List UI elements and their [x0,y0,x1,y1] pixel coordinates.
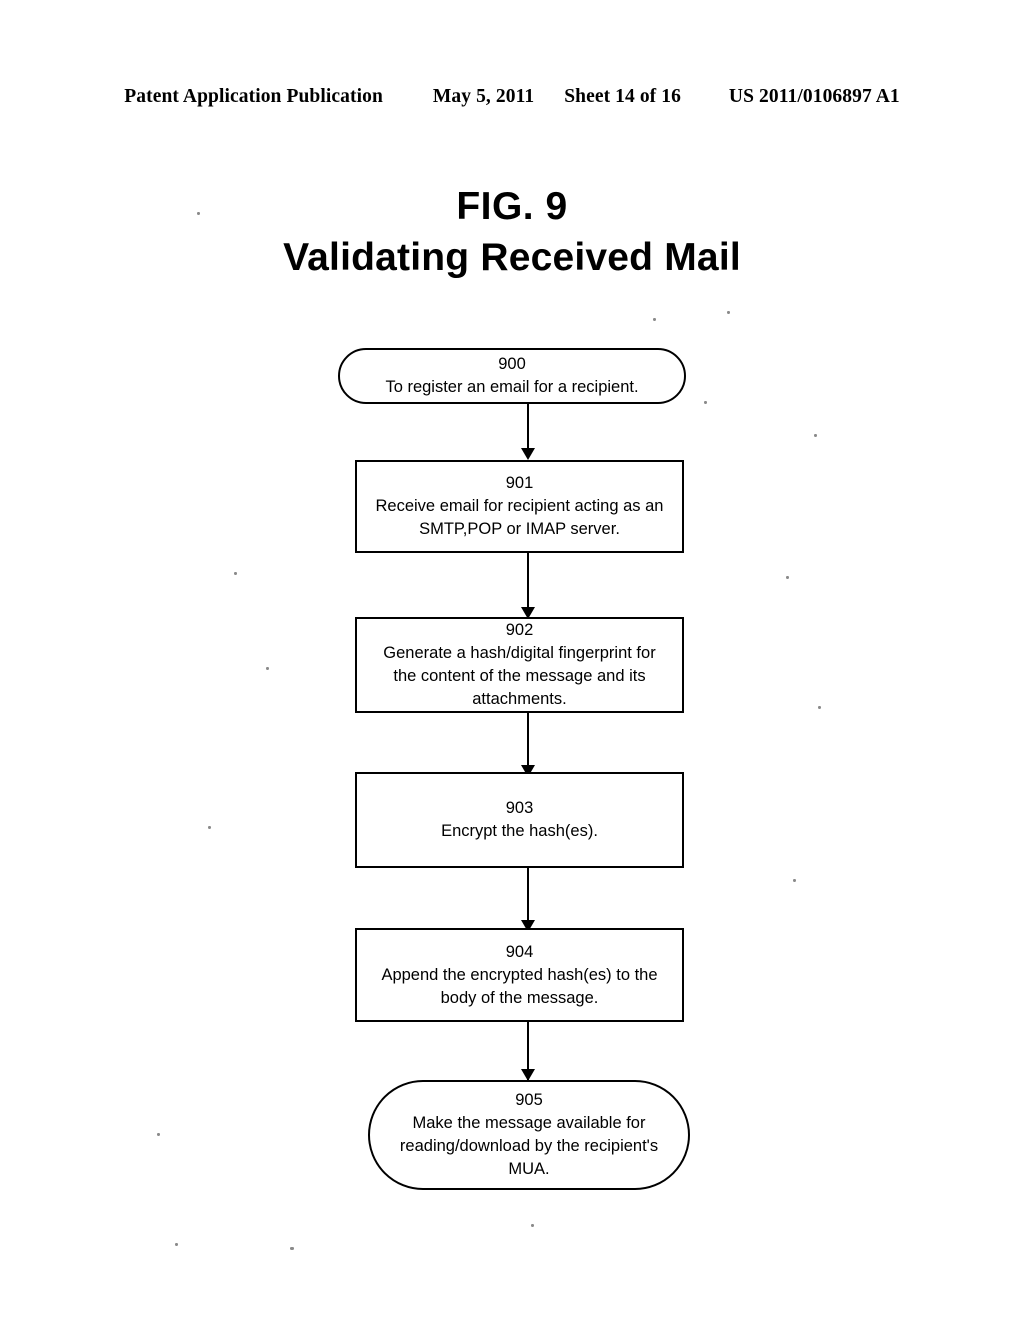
scan-speckle [266,667,269,670]
flow-node-905: 905 Make the message available for readi… [368,1080,690,1190]
scan-speckle [818,706,821,709]
flow-node-900-id: 900 [498,355,526,373]
scan-speckle [531,1224,534,1227]
flow-node-904: 904 Append the encrypted hash(es) to the… [355,928,684,1022]
flow-node-905-id: 905 [515,1091,543,1109]
flow-node-904-text: Append the encrypted hash(es) to the bod… [381,965,658,1007]
scan-speckle [208,826,211,829]
flowchart-diagram: 900 To register an email for a recipient… [0,0,1024,1320]
scan-speckle [290,1247,294,1250]
scan-speckle [157,1133,160,1136]
flow-node-902-id: 902 [505,621,534,639]
scan-speckle [727,311,730,314]
connector-902-903 [527,713,529,771]
scan-speckle [197,212,200,215]
flow-node-905-text: Make the message available for reading/d… [399,1114,659,1178]
scan-speckle [704,401,707,404]
flow-node-902: 902 Generate a hash/digital fingerprint … [355,617,684,713]
scan-speckle [786,576,789,579]
scan-speckle [175,1243,178,1246]
scan-speckle [653,318,656,321]
flow-node-901-id: 901 [505,474,534,492]
flow-node-902-text: Generate a hash/digital fingerprint for … [383,644,656,708]
scan-speckle [234,572,237,575]
flow-node-903-text: Encrypt the hash(es). [441,822,598,840]
flow-node-900-text: To register an email for a recipient. [385,378,639,396]
connector-901-902 [527,553,529,611]
flow-node-903: 903 Encrypt the hash(es). [355,772,684,868]
flow-node-901-text: Receive email for recipient acting as an… [375,497,664,538]
scan-speckle [814,434,817,437]
flow-node-900: 900 To register an email for a recipient… [338,348,686,404]
connector-903-904 [527,868,529,926]
flow-node-904-id: 904 [505,942,534,961]
flow-node-901: 901 Receive email for recipient acting a… [355,460,684,553]
scan-speckle [793,879,796,882]
connector-900-901 [527,404,529,452]
arrowhead-900-901 [521,448,535,460]
flow-node-903-id: 903 [505,799,534,817]
